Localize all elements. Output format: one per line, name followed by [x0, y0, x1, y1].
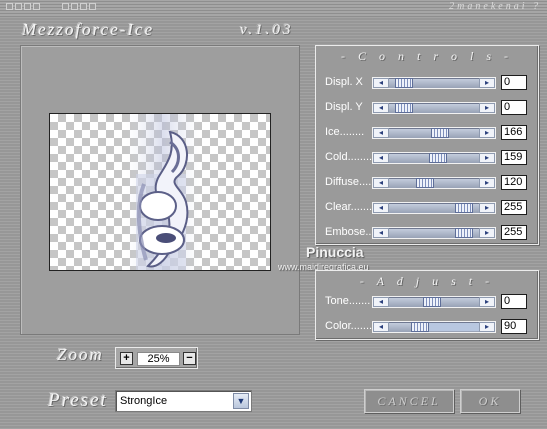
window-dots-left: [6, 3, 40, 10]
slider-track[interactable]: ◂ ▸: [372, 77, 496, 89]
arrow-left-icon[interactable]: ◂: [373, 78, 389, 88]
slider-thumb[interactable]: [455, 228, 473, 238]
arrow-left-icon[interactable]: ◂: [373, 153, 389, 163]
slider-thumb[interactable]: [429, 153, 447, 163]
slider-thumb[interactable]: [431, 128, 449, 138]
arrow-left-icon[interactable]: ◂: [373, 128, 389, 138]
adjust-title: - A d j u s t -: [359, 274, 495, 288]
slider-label: Displ. X: [325, 76, 363, 88]
slider-value-field[interactable]: 0: [501, 294, 527, 309]
zoom-value: 25%: [137, 352, 180, 366]
slider-track[interactable]: ◂ ▸: [372, 127, 496, 139]
ice-effect-preview: [126, 114, 200, 270]
window-dots-right: [62, 3, 96, 10]
zoom-control: + 25% −: [115, 347, 198, 369]
slider-thumb[interactable]: [416, 178, 434, 188]
arrow-left-icon[interactable]: ◂: [373, 103, 389, 113]
slider-value-field[interactable]: 159: [501, 150, 527, 165]
arrow-right-icon[interactable]: ▸: [479, 153, 495, 163]
slider-track[interactable]: ◂ ▸: [372, 102, 496, 114]
preset-dropdown[interactable]: StrongIce ▼: [115, 390, 252, 412]
slider-label: Tone.......: [325, 295, 371, 307]
slider-track[interactable]: ◂ ▸: [372, 152, 496, 164]
arrow-right-icon[interactable]: ▸: [479, 203, 495, 213]
arrow-right-icon[interactable]: ▸: [479, 178, 495, 188]
zoom-label: Zoom: [57, 345, 104, 364]
plugin-title: Mezzoforce-Ice: [22, 20, 155, 39]
slider-label: Ice........: [325, 126, 365, 138]
slider-value-field[interactable]: 0: [501, 100, 527, 115]
slider-thumb[interactable]: [395, 103, 413, 113]
slider-track[interactable]: ◂ ▸: [372, 202, 496, 214]
slider-value-field[interactable]: 120: [501, 175, 527, 190]
zoom-in-button[interactable]: +: [120, 352, 133, 365]
slider-track[interactable]: ◂ ▸: [372, 177, 496, 189]
arrow-right-icon[interactable]: ▸: [479, 228, 495, 238]
slider-value-field[interactable]: 166: [501, 125, 527, 140]
plugin-version: v.1.03: [240, 22, 294, 38]
slider-thumb[interactable]: [411, 322, 429, 332]
arrow-left-icon[interactable]: ◂: [373, 203, 389, 213]
watermark-name: Pinuccia: [306, 244, 364, 260]
slider-label: Color.......: [325, 320, 373, 332]
controls-title: - C o n t r o l s -: [340, 49, 513, 63]
slider-track[interactable]: ◂ ▸: [372, 227, 496, 239]
slider-value-field[interactable]: 255: [501, 225, 527, 240]
arrow-left-icon[interactable]: ◂: [373, 297, 389, 307]
slider-label: Diffuse......: [325, 176, 378, 188]
slider-value-field[interactable]: 90: [501, 319, 527, 334]
slider-value-field[interactable]: 255: [501, 200, 527, 215]
ok-button[interactable]: OK: [460, 389, 520, 413]
slider-label: Cold.........: [325, 151, 376, 163]
slider-track[interactable]: ◂ ▸: [372, 321, 496, 333]
slider-fill: [429, 323, 479, 331]
arrow-right-icon[interactable]: ▸: [479, 297, 495, 307]
preview-canvas[interactable]: [49, 113, 271, 271]
zoom-out-button[interactable]: −: [183, 352, 196, 365]
cancel-button[interactable]: CANCEL: [364, 389, 454, 413]
slider-label: Clear.......: [325, 201, 373, 213]
arrow-left-icon[interactable]: ◂: [373, 322, 389, 332]
brand-text: 2manekenai ?: [449, 1, 541, 12]
slider-track[interactable]: ◂ ▸: [372, 296, 496, 308]
title-bar: 2manekenai ?: [0, 0, 547, 17]
slider-thumb[interactable]: [455, 203, 473, 213]
slider-thumb[interactable]: [423, 297, 441, 307]
arrow-right-icon[interactable]: ▸: [479, 322, 495, 332]
preset-selected-value: StrongIce: [120, 395, 168, 407]
arrow-right-icon[interactable]: ▸: [479, 128, 495, 138]
arrow-right-icon[interactable]: ▸: [479, 103, 495, 113]
slider-value-field[interactable]: 0: [501, 75, 527, 90]
preset-label: Preset: [48, 390, 108, 411]
slider-label: Displ. Y: [325, 101, 363, 113]
arrow-right-icon[interactable]: ▸: [479, 78, 495, 88]
chevron-down-icon[interactable]: ▼: [233, 393, 249, 409]
arrow-left-icon[interactable]: ◂: [373, 178, 389, 188]
slider-thumb[interactable]: [395, 78, 413, 88]
arrow-left-icon[interactable]: ◂: [373, 228, 389, 238]
